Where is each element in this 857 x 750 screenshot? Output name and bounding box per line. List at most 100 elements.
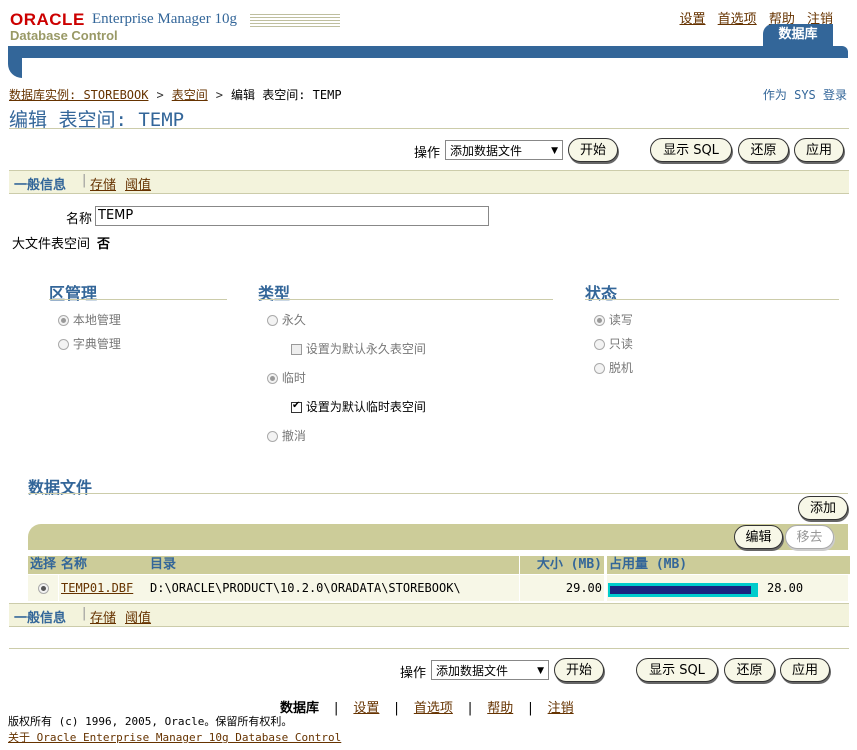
column-header-size: 大小 (MB) (520, 556, 604, 574)
global-link-preferences[interactable]: 首选项 (718, 12, 757, 27)
subtab-bar: 一般信息 | 存储 阈值 (9, 170, 849, 194)
status-option-readonly[interactable]: 只读 (594, 335, 633, 352)
footer-nav: 数据库 | 设置 | 首选项 | 帮助 | 注销 (280, 701, 574, 716)
tab-separator: | (82, 173, 87, 188)
go-button-bottom[interactable]: 开始 (554, 658, 604, 682)
title-divider (9, 128, 849, 129)
checkbox-default-temporary[interactable] (291, 400, 302, 413)
tab-thresholds[interactable]: 阈值 (125, 174, 151, 193)
radio-readwrite[interactable] (594, 315, 605, 326)
about-link[interactable]: 关于 Oracle Enterprise Manager 10g Databas… (8, 729, 341, 745)
footer-link-preferences[interactable]: 首选项 (414, 701, 453, 716)
footer-link-logout[interactable]: 注销 (548, 701, 574, 716)
checkbox-default-permanent[interactable] (291, 344, 302, 355)
show-sql-button[interactable]: 显示 SQL (650, 138, 732, 162)
status-option-offline[interactable]: 脱机 (594, 359, 633, 376)
tab-database[interactable]: 数据库 (763, 24, 833, 48)
oracle-logo: ORACLE (10, 10, 85, 29)
tab-general-bottom[interactable]: 一般信息 (14, 607, 66, 626)
datafile-name-link[interactable]: TEMP01.DBF (61, 581, 133, 595)
readwrite-label: 读写 (608, 313, 633, 327)
action-select-bottom-value: 添加数据文件 (436, 664, 509, 678)
default-temporary-option[interactable]: 设置为默认临时表空间 (291, 398, 426, 415)
action-select-value: 添加数据文件 (450, 144, 523, 158)
footer-link-setup[interactable]: 设置 (353, 701, 379, 716)
radio-local[interactable] (58, 315, 69, 326)
action-label: 操作 (414, 146, 441, 161)
datafiles-heading: 数据文件 (28, 478, 93, 497)
column-header-used: 占用量 (MB) (607, 556, 850, 574)
radio-undo[interactable] (267, 431, 278, 442)
table-row-used-cell: 28.00 (607, 575, 848, 601)
extent-option-local[interactable]: 本地管理 (58, 311, 121, 328)
tab-storage-bottom[interactable]: 存储 (90, 607, 116, 626)
chevron-down-icon: ▼ (551, 146, 558, 156)
undo-label: 撤消 (281, 429, 306, 443)
readonly-label: 只读 (608, 337, 633, 351)
remove-datafile-button[interactable]: 移去 (785, 525, 834, 549)
type-option-permanent[interactable]: 永久 (267, 311, 306, 328)
extent-option-dictionary[interactable]: 字典管理 (58, 335, 121, 352)
extent-management-heading: 区管理 (49, 284, 98, 303)
tab-thresholds-bottom[interactable]: 阈值 (125, 607, 151, 626)
go-button[interactable]: 开始 (568, 138, 618, 162)
edit-datafile-button[interactable]: 编辑 (734, 525, 783, 549)
action-label-bottom: 操作 (400, 666, 427, 681)
radio-dictionary[interactable] (58, 339, 69, 350)
extent-dictionary-label: 字典管理 (72, 337, 121, 351)
apply-button-bottom[interactable]: 应用 (780, 658, 830, 682)
status-heading: 状态 (585, 284, 618, 303)
revert-button-bottom[interactable]: 还原 (724, 658, 775, 682)
type-option-temporary[interactable]: 临时 (267, 369, 306, 386)
usage-bar (608, 583, 758, 597)
type-option-undo[interactable]: 撤消 (267, 427, 306, 444)
type-heading: 类型 (258, 284, 291, 303)
usage-bar-fill (610, 586, 751, 594)
row-select-radio[interactable] (37, 583, 49, 594)
breadcrumb: 数据库实例: STOREBOOK > 表空间 > 编辑 表空间: TEMP (9, 88, 342, 102)
copyright-text: 版权所有 (c) 1996, 2005, Oracle。保留所有权利。 (8, 715, 293, 728)
status-option-readwrite[interactable]: 读写 (594, 311, 633, 328)
name-label: 名称 (66, 212, 93, 227)
header-band (8, 46, 848, 58)
table-row-used: 28.00 (767, 581, 804, 595)
extent-divider (49, 299, 227, 300)
tab-storage[interactable]: 存储 (90, 174, 116, 193)
tab-separator-bottom: | (82, 606, 87, 621)
breadcrumb-current: 编辑 表空间: TEMP (230, 88, 342, 102)
header-band-curve (8, 56, 22, 78)
temporary-label: 临时 (281, 371, 306, 385)
offline-label: 脱机 (608, 361, 633, 375)
apply-button[interactable]: 应用 (794, 138, 844, 162)
table-row-name-cell: TEMP01.DBF (59, 575, 148, 601)
table-action-bar (28, 524, 848, 550)
extent-local-label: 本地管理 (72, 313, 121, 327)
global-link-setup[interactable]: 设置 (680, 12, 706, 27)
add-datafile-button[interactable]: 添加 (798, 496, 848, 520)
radio-temporary[interactable] (267, 373, 278, 384)
action-select[interactable]: 添加数据文件 ▼ (445, 140, 563, 160)
default-permanent-option[interactable]: 设置为默认永久表空间 (291, 340, 426, 357)
revert-button[interactable]: 还原 (738, 138, 789, 162)
tab-general[interactable]: 一般信息 (14, 174, 66, 193)
name-input[interactable]: TEMP (95, 206, 489, 226)
table-row-select-cell (28, 575, 58, 601)
chevron-down-icon: ▼ (537, 666, 544, 676)
database-control-label: Database Control (10, 28, 118, 43)
action-select-bottom[interactable]: 添加数据文件 ▼ (431, 660, 549, 680)
breadcrumb-tablespaces[interactable]: 表空间 (172, 88, 208, 102)
datafiles-divider (28, 493, 848, 494)
radio-offline[interactable] (594, 363, 605, 374)
column-header-directory: 目录 (148, 556, 519, 574)
radio-readonly[interactable] (594, 339, 605, 350)
footer-link-help[interactable]: 帮助 (487, 701, 513, 716)
permanent-label: 永久 (281, 313, 306, 327)
logo-stripes-decoration (250, 14, 340, 28)
show-sql-button-bottom[interactable]: 显示 SQL (636, 658, 718, 682)
default-permanent-label: 设置为默认永久表空间 (305, 342, 426, 356)
bigfile-label: 大文件表空间 (12, 237, 91, 252)
breadcrumb-instance[interactable]: 数据库实例: STOREBOOK (9, 88, 148, 102)
table-row-size: 29.00 (520, 575, 604, 601)
column-header-select: 选择 (28, 556, 60, 574)
radio-permanent[interactable] (267, 315, 278, 326)
